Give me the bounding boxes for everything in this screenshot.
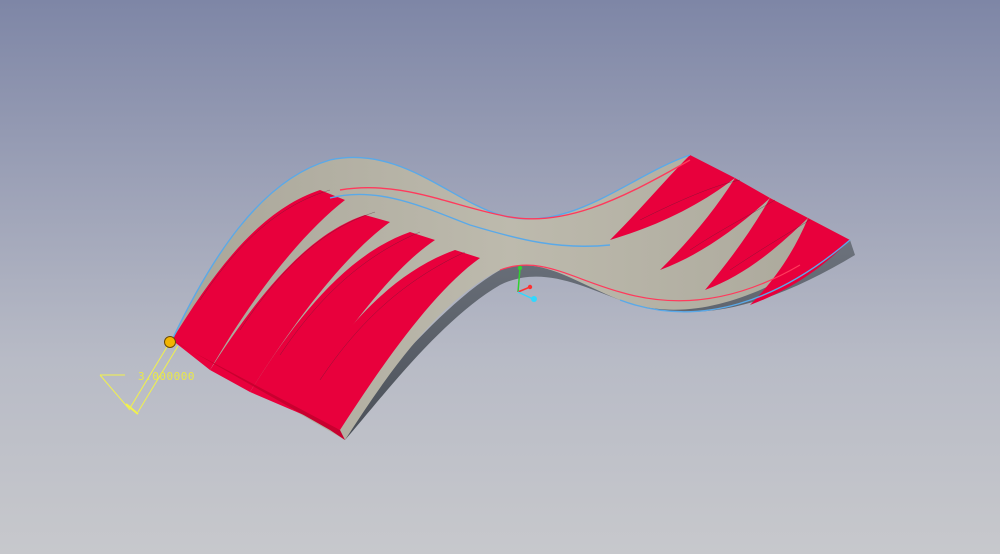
z-axis <box>517 291 534 300</box>
3d-viewport[interactable]: 3.000000 <box>0 0 1000 554</box>
model-scene[interactable]: 3.000000 <box>0 0 1000 554</box>
dimension-handle[interactable] <box>164 336 176 348</box>
x-axis-tip <box>527 284 533 290</box>
dimension-value[interactable]: 3.000000 <box>138 370 195 383</box>
y-axis-tip <box>517 265 523 271</box>
z-axis-tip <box>531 296 537 302</box>
